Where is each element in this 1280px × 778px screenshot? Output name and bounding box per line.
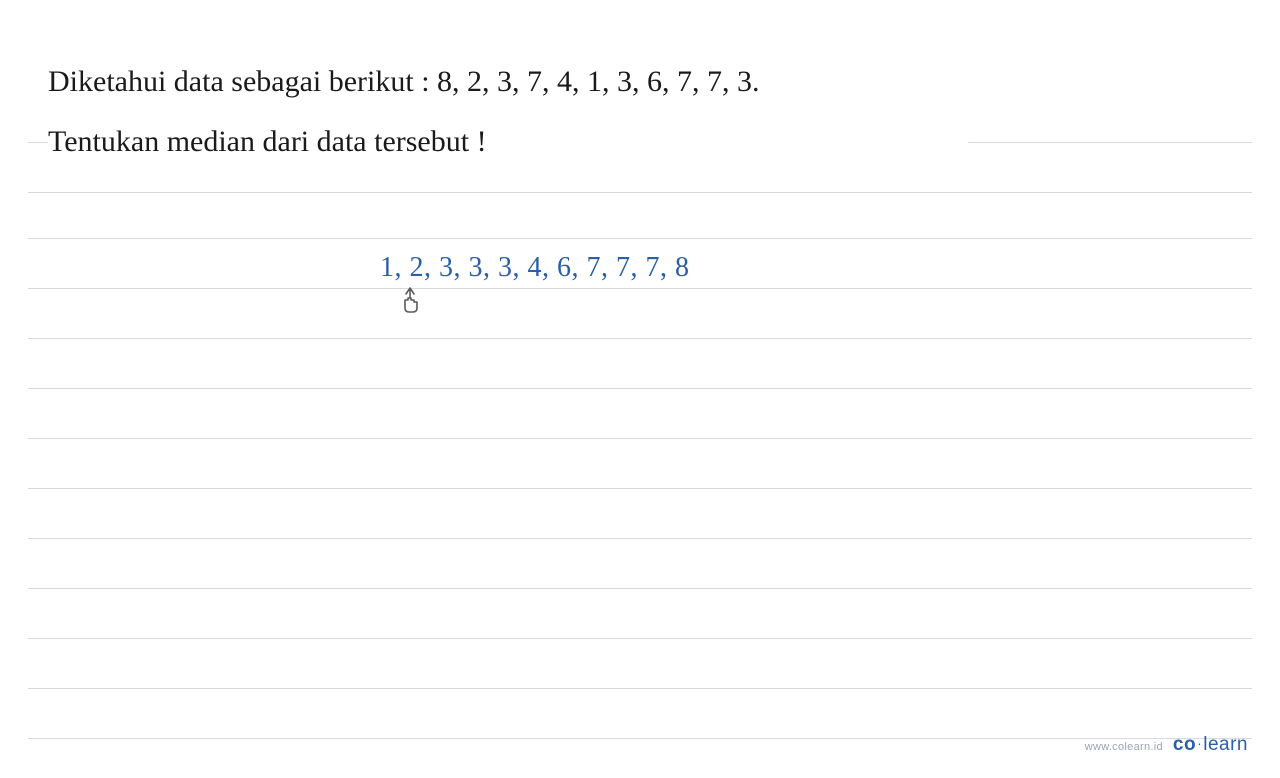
logo-part-learn: learn bbox=[1203, 734, 1248, 755]
ruled-line bbox=[28, 638, 1252, 639]
ruled-line bbox=[28, 388, 1252, 389]
ruled-line bbox=[28, 338, 1252, 339]
watermark-url: www.colearn.id bbox=[1085, 741, 1163, 753]
ruled-line bbox=[28, 688, 1252, 689]
ruled-line bbox=[28, 288, 1252, 289]
ruled-line bbox=[28, 538, 1252, 539]
ruled-line bbox=[28, 238, 1252, 239]
ruled-line bbox=[28, 588, 1252, 589]
watermark: www.colearn.id co·learn bbox=[1085, 734, 1248, 756]
ruled-line bbox=[28, 738, 1252, 739]
question-line-1: Diketahui data sebagai berikut : 8, 2, 3… bbox=[48, 58, 968, 106]
watermark-logo: co·learn bbox=[1173, 734, 1248, 756]
ruled-paper-background bbox=[0, 58, 1280, 778]
ruled-line bbox=[28, 488, 1252, 489]
question-text-block: Diketahui data sebagai berikut : 8, 2, 3… bbox=[48, 58, 968, 166]
ruled-line bbox=[28, 192, 1252, 193]
ruled-line bbox=[28, 438, 1252, 439]
logo-dot: · bbox=[1196, 735, 1203, 751]
question-line-2: Tentukan median dari data tersebut ! bbox=[48, 118, 968, 166]
pointer-cursor-icon bbox=[398, 286, 422, 314]
logo-part-co: co bbox=[1173, 734, 1196, 755]
handwritten-sorted-data: 1, 2, 3, 3, 3, 4, 6, 7, 7, 7, 8 bbox=[380, 252, 690, 284]
